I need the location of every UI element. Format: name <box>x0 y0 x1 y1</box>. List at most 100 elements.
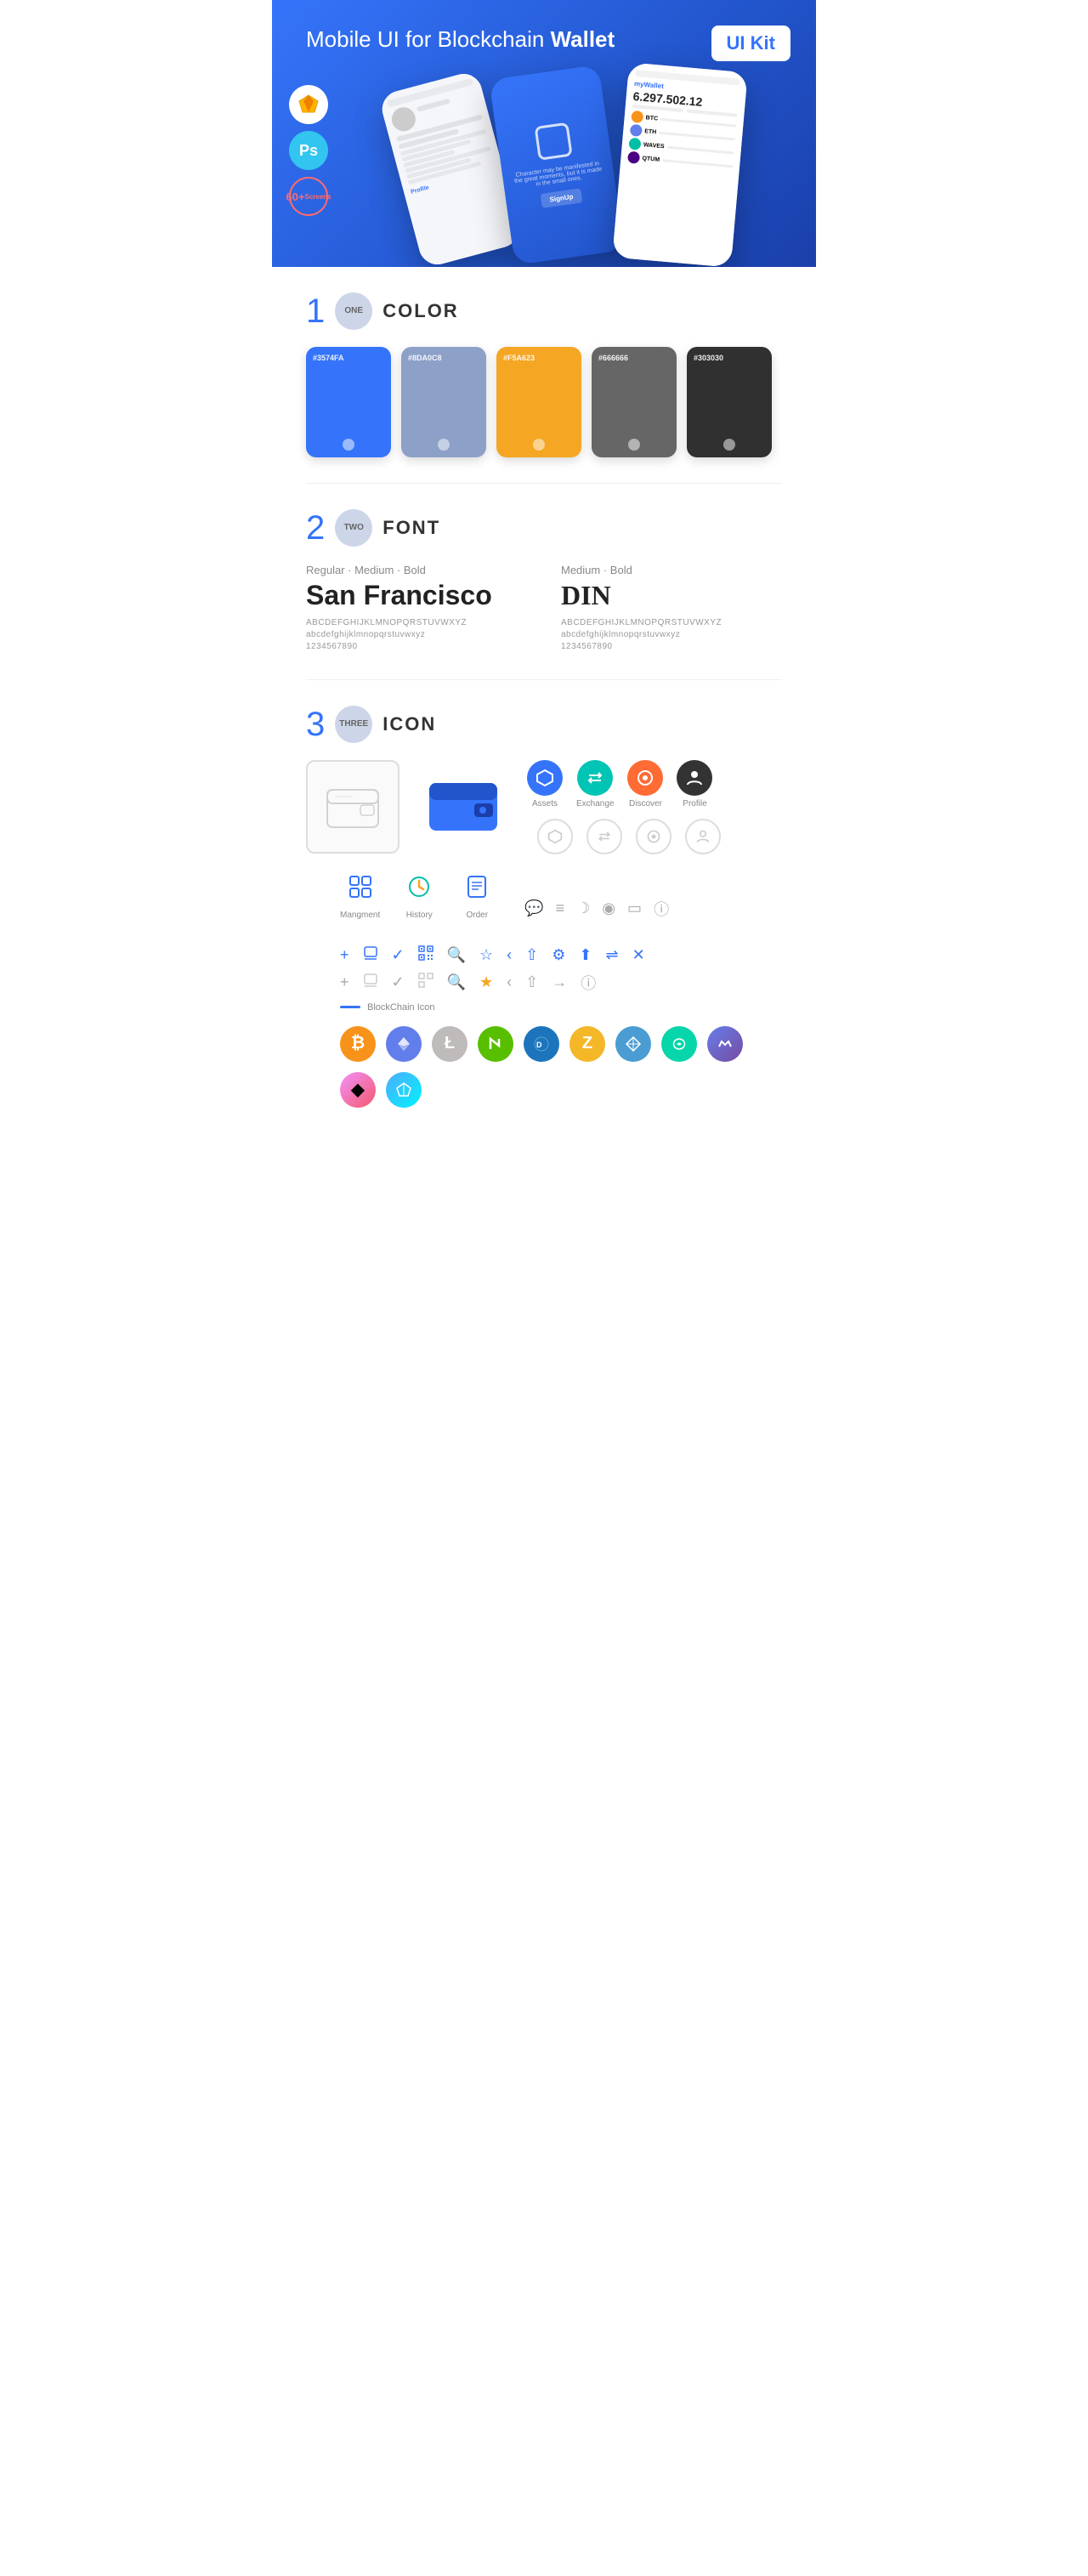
section1-number: 1 <box>306 294 325 328</box>
font-din-numbers: 1234567890 <box>561 642 782 651</box>
exchange-icon-labeled: Exchange <box>576 760 614 809</box>
forward-ghost-icon: → <box>552 973 567 991</box>
info-icon: ⓘ <box>654 898 669 920</box>
font-din-name: DIN <box>561 580 782 611</box>
section1-title: COLOR <box>382 300 458 322</box>
discover-icon <box>627 760 663 796</box>
profile-icon-labeled: Profile <box>677 760 712 809</box>
icon-labeled-group: Assets Exchange Discover <box>527 760 721 854</box>
poly-icon: ◆ <box>340 1072 376 1108</box>
crypto-icons-row: ₿ Ł D Z ◆ <box>306 1019 782 1133</box>
section3-word: THREE <box>335 706 372 743</box>
color-section: 1 ONE COLOR #3574FA #8DA0C8 #F5A623 #666… <box>272 267 816 483</box>
small-icons-row1: + ✓ 🔍 ☆ ‹ ⇧ ⚙ ⬆ ⇌ ✕ <box>306 945 782 965</box>
icon-section: 3 THREE ICON <box>272 680 816 1150</box>
phone-right: myWallet 6.297.502.12 BTC ETH <box>612 62 748 267</box>
swap-icon: ⇌ <box>606 946 619 964</box>
blockchain-line-icon <box>340 1006 360 1008</box>
check-icon: ✓ <box>392 946 405 964</box>
section2-number: 2 <box>306 511 325 545</box>
steem-icon <box>661 1026 697 1062</box>
moon-icon: ☽ <box>576 899 590 917</box>
hero-badges: Ps 60+ Screens <box>289 85 328 216</box>
star-filled-icon: ★ <box>479 973 493 991</box>
search-icon: 🔍 <box>447 946 466 964</box>
section3-title: ICON <box>382 713 436 735</box>
color-swatches: #3574FA #8DA0C8 #F5A623 #666666 #303030 <box>306 347 782 457</box>
edit-icon <box>363 945 378 965</box>
profile-label: Profile <box>683 799 706 809</box>
edit-ghost-icon <box>363 973 378 992</box>
font-din-upper: ABCDEFGHIJKLMNOPQRSTUVWXYZ <box>561 618 782 627</box>
ps-badge: Ps <box>289 131 328 170</box>
blockchain-label-row: BlockChain Icon <box>306 994 782 1019</box>
color-swatch-gray: #666666 <box>592 347 677 457</box>
close-icon: ✕ <box>632 946 645 964</box>
nav-icons-row: Mangment History Order 💬 ≡ ☽ ◉ ▭ ⓘ <box>306 868 782 928</box>
wallet-wireframe-icon <box>306 760 400 854</box>
font-section: 2 TWO FONT Regular · Medium · Bold San F… <box>272 484 816 679</box>
section1-header: 1 ONE COLOR <box>306 292 782 330</box>
qr-ghost-icon <box>418 973 434 992</box>
layers-icon: ≡ <box>556 899 565 917</box>
order-label: Order <box>466 911 488 920</box>
section1-word: ONE <box>335 292 372 330</box>
small-icons-row2: + ✓ 🔍 ★ ‹ ⇧ → ⓘ <box>306 972 782 994</box>
svg-text:D: D <box>536 1041 542 1049</box>
share-icon: ⇧ <box>525 946 538 964</box>
history-label: History <box>406 911 433 920</box>
font-sf-lower: abcdefghijklmnopqrstuvwxyz <box>306 630 527 639</box>
qr-icon <box>418 945 434 965</box>
fonts-row: Regular · Medium · Bold San Francisco AB… <box>306 564 782 654</box>
discover-icon-labeled: Discover <box>627 760 663 809</box>
assets-ghost-icon <box>537 819 573 854</box>
exchange-label: Exchange <box>576 799 614 809</box>
color-swatch-orange: #F5A623 <box>496 347 581 457</box>
misc-icons: 💬 ≡ ☽ ◉ ▭ ⓘ <box>524 898 669 920</box>
font-din: Medium · Bold DIN ABCDEFGHIJKLMNOPQRSTUV… <box>561 564 782 654</box>
star-icon: ☆ <box>479 946 493 964</box>
font-sf-upper: ABCDEFGHIJKLMNOPQRSTUVWXYZ <box>306 618 527 627</box>
assets-label: Assets <box>532 799 558 809</box>
phones-container: Profile Character may be manifested in t… <box>357 63 782 267</box>
ui-kit-badge: UI Kit <box>711 26 790 61</box>
share-ghost-icon: ⇧ <box>525 973 538 991</box>
neo-icon <box>478 1026 513 1062</box>
plus-icon: + <box>340 946 349 964</box>
section2-word: TWO <box>335 509 372 547</box>
eth-icon <box>386 1026 422 1062</box>
back-icon: ‹ <box>507 946 512 964</box>
section2-header: 2 TWO FONT <box>306 509 782 547</box>
chat-icon: ▭ <box>627 899 642 917</box>
management-label: Mangment <box>340 911 380 920</box>
eos-icon <box>386 1072 422 1108</box>
section3-header: 3 THREE ICON <box>306 706 782 743</box>
assets-icon <box>527 760 563 796</box>
circle-icon: ◉ <box>602 899 615 917</box>
order-nav-icon: Order <box>458 868 496 920</box>
plus-ghost-icon: + <box>340 973 349 991</box>
zcash-icon: Z <box>570 1026 605 1062</box>
discover-ghost-icon <box>636 819 672 854</box>
font-din-style: Medium · Bold <box>561 564 782 576</box>
section2-title: FONT <box>382 517 440 539</box>
profile-ghost-icon <box>685 819 721 854</box>
info-ghost-icon: ⓘ <box>581 972 596 994</box>
management-nav-icon: Mangment <box>340 868 380 920</box>
assets-icon-labeled: Assets <box>527 760 563 809</box>
font-din-lower: abcdefghijklmnopqrstuvwxyz <box>561 630 782 639</box>
font-sf-style: Regular · Medium · Bold <box>306 564 527 576</box>
exchange-icon <box>577 760 613 796</box>
color-swatch-dark: #303030 <box>687 347 772 457</box>
font-sf-name: San Francisco <box>306 580 527 611</box>
sketch-badge <box>289 85 328 124</box>
color-swatch-gray-blue: #8DA0C8 <box>401 347 486 457</box>
history-nav-icon: History <box>400 868 438 920</box>
grid-icon <box>615 1026 651 1062</box>
check-ghost-icon: ✓ <box>392 973 405 991</box>
font-sf-numbers: 1234567890 <box>306 642 527 651</box>
color-swatch-blue: #3574FA <box>306 347 391 457</box>
ltc-icon: Ł <box>432 1026 468 1062</box>
comment-icon: 💬 <box>524 899 543 917</box>
hero-section: Mobile UI for Blockchain Wallet UI Kit P… <box>272 0 816 267</box>
